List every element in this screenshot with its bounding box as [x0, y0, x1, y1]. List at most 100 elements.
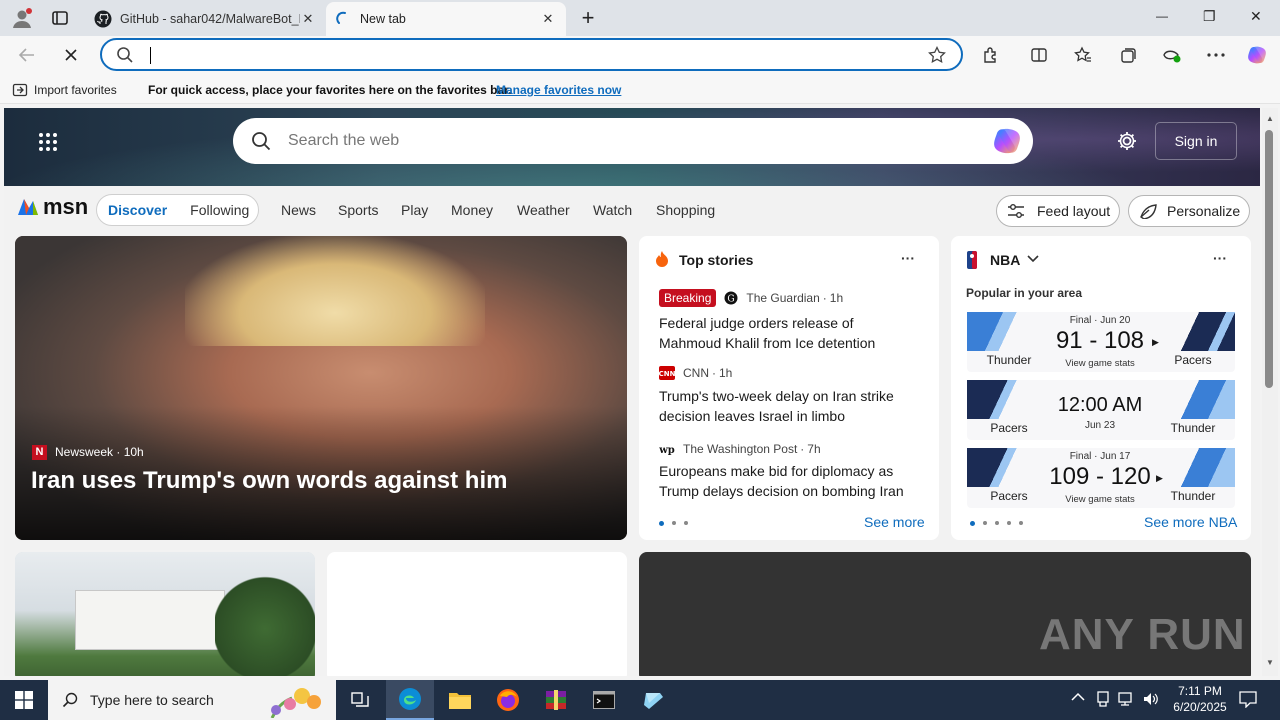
hero-story-card[interactable]: N Newsweek · 10h Iran uses Trump's own w… [15, 236, 627, 540]
hero-age: 10h [123, 445, 144, 459]
web-search-box[interactable]: Search the web [233, 118, 1033, 164]
personalize-icon [1139, 203, 1159, 219]
collections-icon[interactable] [1117, 44, 1139, 66]
taskbar-notepad-icon[interactable] [630, 680, 678, 720]
volume-icon[interactable] [1142, 691, 1160, 707]
clock[interactable]: 7:11 PM 6/20/2025 [1172, 684, 1228, 714]
tab-close-icon[interactable]: ✕ [300, 11, 316, 27]
nav-sports[interactable]: Sports [338, 202, 378, 218]
apps-launcher-icon[interactable] [38, 132, 58, 152]
scrollbar-thumb[interactable] [1265, 130, 1273, 388]
nba-subtitle: Popular in your area [966, 286, 1083, 300]
copilot-icon[interactable] [991, 125, 1023, 157]
show-hidden-icons-icon[interactable] [1071, 692, 1085, 702]
nba-more-button[interactable]: ··· [1213, 250, 1227, 266]
taskbar-search-box[interactable]: Type here to search [48, 680, 336, 720]
nav-weather[interactable]: Weather [517, 202, 570, 218]
feed-layout-button[interactable]: Feed layout [996, 195, 1120, 227]
feed-layout-label: Feed layout [1037, 203, 1111, 219]
favorite-star-icon[interactable] [928, 46, 946, 64]
chevron-down-icon[interactable] [1027, 255, 1039, 263]
extensions-icon[interactable] [980, 44, 1002, 66]
start-button[interactable] [0, 680, 48, 720]
taskbar-file-explorer-icon[interactable] [436, 680, 484, 720]
story-card-white-house[interactable] [15, 552, 315, 676]
carousel-dots[interactable] [970, 521, 1023, 526]
import-favorites-button[interactable]: Import favorites [34, 83, 117, 97]
personalize-button[interactable]: Personalize [1128, 195, 1250, 227]
svg-text:wp: wp [659, 445, 675, 456]
taskbar-winrar-icon[interactable] [532, 680, 580, 720]
notifications-icon[interactable] [1238, 690, 1258, 708]
taskbar-edge-icon[interactable] [386, 680, 434, 720]
nba-game-card[interactable]: Final · Jun 20 91 - 108 ▶ View game stat… [967, 312, 1235, 372]
manage-favorites-link[interactable]: Manage favorites now [496, 83, 621, 97]
story-source: The Washington Post [683, 442, 798, 456]
team-right: Pacers [1174, 353, 1212, 367]
story-card-loading[interactable] [327, 552, 627, 676]
nav-news[interactable]: News [281, 202, 316, 218]
sign-in-button[interactable]: Sign in [1155, 122, 1237, 160]
copilot-icon[interactable] [1246, 44, 1268, 66]
story-source-row: Breaking G The Guardian · 1h [659, 289, 843, 307]
minimize-button[interactable]: — [1156, 9, 1168, 23]
page-settings-gear-icon[interactable] [1116, 130, 1138, 152]
taskbar-firefox-icon[interactable] [484, 680, 532, 720]
close-window-button[interactable]: ✕ [1250, 8, 1262, 25]
nba-game-card[interactable]: 12:00 AM Jun 23 Pacers Thunder [967, 380, 1235, 440]
favorites-icon[interactable] [1072, 44, 1094, 66]
thunder-logo-icon [1163, 448, 1235, 487]
story-headline[interactable]: Trump's two-week delay on Iran strike de… [659, 386, 919, 426]
nav-shopping[interactable]: Shopping [656, 202, 715, 218]
msn-new-tab-page: Search the web Sign in msn Discover Foll… [4, 108, 1260, 676]
nba-title[interactable]: NBA [990, 252, 1020, 268]
see-more-nba-link[interactable]: See more NBA [1144, 514, 1237, 530]
restore-button[interactable]: ❐ [1203, 8, 1216, 25]
carousel-dots[interactable] [659, 521, 688, 526]
scroll-down-icon[interactable]: ▼ [1266, 658, 1274, 667]
hardware-tray-icon[interactable] [1096, 691, 1110, 707]
top-stories-more-button[interactable]: ··· [901, 250, 915, 266]
scroll-up-icon[interactable]: ▲ [1266, 114, 1274, 123]
nav-watch[interactable]: Watch [593, 202, 632, 218]
web-search-placeholder: Search the web [288, 132, 400, 149]
video-card[interactable]: ANY RUN [639, 552, 1251, 676]
tab-discover[interactable]: Discover [108, 202, 167, 218]
tab-close-icon[interactable]: ✕ [540, 11, 556, 27]
nav-money[interactable]: Money [451, 202, 493, 218]
tab-actions-icon[interactable] [50, 8, 70, 28]
tab-new-tab[interactable]: New tab ✕ [326, 2, 566, 36]
game-footer[interactable]: View game stats [1049, 358, 1151, 369]
github-icon [94, 10, 112, 28]
nav-play[interactable]: Play [401, 202, 428, 218]
tree-shape [215, 576, 315, 676]
story-age: 7h [807, 442, 821, 456]
new-tab-button[interactable]: + [577, 5, 599, 31]
nba-game-card[interactable]: Final · Jun 17 109 - 120 ▶ View game sta… [967, 448, 1235, 508]
team-right: Thunder [1170, 421, 1216, 435]
address-bar[interactable] [100, 38, 963, 71]
tab-github[interactable]: GitHub - sahar042/MalwareBot_Is ✕ [84, 2, 326, 36]
import-favorites-icon [12, 82, 28, 98]
favorites-bar: Import favorites For quick access, place… [0, 76, 1280, 104]
hero-headline[interactable]: Iran uses Trump's own words against him [31, 467, 507, 495]
back-icon[interactable] [16, 44, 38, 66]
profile-icon[interactable] [10, 6, 34, 30]
stop-loading-icon[interactable] [60, 44, 82, 66]
split-screen-icon[interactable] [1028, 44, 1050, 66]
taskbar-terminal-icon[interactable] [580, 680, 628, 720]
page-scrollbar[interactable]: ▲ ▼ [1262, 108, 1278, 676]
msn-logo-icon[interactable] [16, 195, 40, 219]
game-footer[interactable]: View game stats [1049, 494, 1151, 505]
settings-more-icon[interactable] [1205, 44, 1227, 66]
browser-essentials-icon[interactable] [1161, 44, 1183, 66]
anyrun-watermark: ANY RUN [1039, 610, 1246, 659]
tab-following[interactable]: Following [190, 202, 249, 218]
task-view-icon[interactable] [336, 680, 384, 720]
search-icon [62, 692, 78, 708]
see-more-link[interactable]: See more [864, 514, 925, 530]
team-left: Pacers [990, 489, 1028, 503]
story-headline[interactable]: Europeans make bid for diplomacy as Trum… [659, 461, 921, 501]
story-headline[interactable]: Federal judge orders release of Mahmoud … [659, 313, 919, 353]
network-icon[interactable] [1117, 691, 1135, 707]
